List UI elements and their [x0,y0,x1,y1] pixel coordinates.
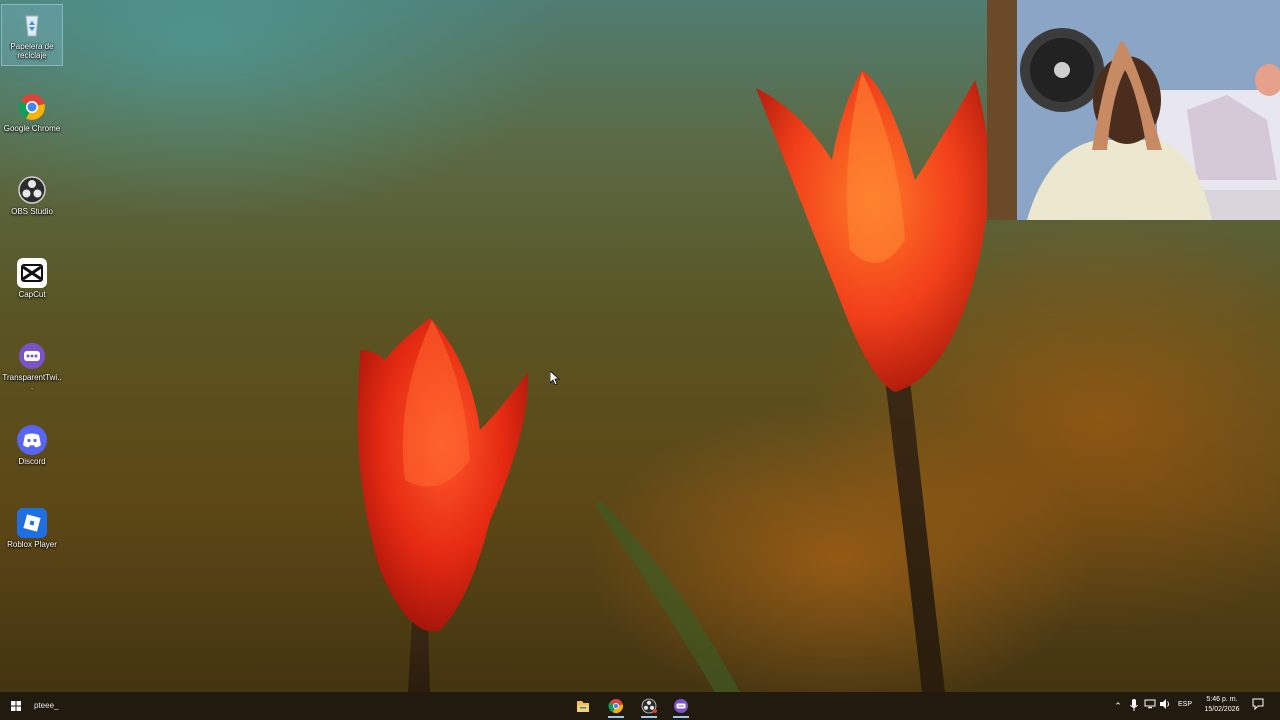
discord-icon [17,425,47,455]
taskbar-clock[interactable]: 5:46 p. m. 15/02/2026 [1198,695,1246,715]
transparent-twitch-icon [17,341,47,371]
desktop-icon-recycle-bin[interactable]: Papelera de reciclaje [1,4,63,66]
microphone-icon[interactable] [1127,698,1141,714]
desktop-icon-label: OBS Studio [11,207,53,216]
taskbar-app-chrome[interactable] [604,696,628,718]
chrome-icon [17,92,47,122]
desktop-icon-transparent-twitch[interactable]: TransparentTwi... [1,336,63,398]
roblox-icon [17,508,47,538]
desktop-icon-capcut[interactable]: CapCut [1,253,63,315]
desktop-icon-label: Papelera de reciclaje [10,42,54,60]
volume-icon[interactable] [1158,698,1172,714]
capcut-icon [17,258,47,288]
obs-icon [17,175,47,205]
desktop-icon-discord[interactable]: Discord [1,420,63,482]
webcam-overlay [987,0,1280,220]
folder-icon [577,701,589,712]
windows-logo-icon [11,701,21,711]
desktop-icon-label: Google Chrome [3,124,61,133]
webcam-feed [987,0,1280,220]
desktop-icon-label: CapCut [18,290,46,299]
taskbar-app-file-explorer[interactable] [571,696,595,716]
notification-center-icon[interactable] [1251,698,1265,714]
desktop-icon-obs[interactable]: OBS Studio [1,170,63,232]
start-button[interactable] [0,692,32,720]
transparent-twitch-icon [674,699,688,713]
taskbar-app-transparent-twitch[interactable] [669,696,693,718]
recycle-bin-icon [17,10,47,40]
desktop-icon-roblox[interactable]: Roblox Player [1,503,63,565]
taskbar-search-text[interactable]: pteee_ [34,701,58,710]
desktop-icon-label: TransparentTwi... [2,373,62,391]
mouse-cursor-icon [550,371,560,385]
desktop-icon-label: Roblox Player [7,540,57,549]
network-icon[interactable] [1143,698,1157,714]
desktop-icon-label: Discord [18,457,46,466]
taskbar: pteee_ ⌃ ESP 5:46 p. m. 15/02/2026 [0,692,1280,720]
clock-time: 5:46 p. m. [1206,696,1238,703]
desktop[interactable]: Papelera de reciclaje Google Chrome OBS … [0,0,1280,720]
desktop-icon-chrome[interactable]: Google Chrome [1,87,63,149]
clock-date: 15/02/2026 [1204,706,1240,713]
taskbar-app-obs[interactable] [637,696,661,718]
show-hidden-icons-chevron-icon[interactable]: ⌃ [1111,698,1125,714]
language-indicator[interactable]: ESP [1178,701,1192,708]
chrome-icon [608,699,623,714]
obs-icon [641,698,657,714]
